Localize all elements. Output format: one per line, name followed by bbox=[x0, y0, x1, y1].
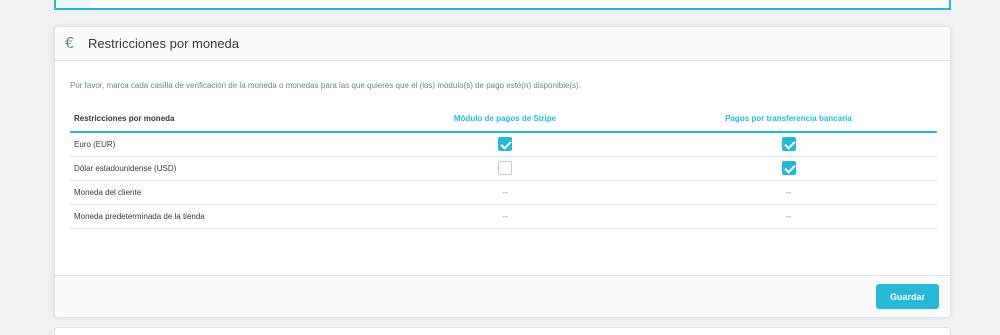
bank-transfer-cell bbox=[640, 156, 937, 181]
column-header-currency: Restricciones por moneda bbox=[70, 106, 370, 133]
panel-footer: Guardar bbox=[55, 275, 950, 317]
bank-transfer-cell bbox=[640, 132, 937, 157]
currency-label: Moneda del cliente bbox=[70, 180, 370, 205]
stripe-eur-checkbox[interactable] bbox=[498, 137, 512, 152]
table-header-row: Restricciones por moneda Módulo de pagos… bbox=[70, 106, 937, 133]
table-row-eur: Euro (EUR) bbox=[70, 132, 937, 157]
table-row-default-currency: Moneda predeterminada de la tienda -- -- bbox=[70, 204, 937, 229]
help-text: Por favor, marca cada casilla de verific… bbox=[70, 81, 581, 90]
panel-heading: € Restricciones por moneda bbox=[55, 27, 950, 61]
next-panel bbox=[54, 327, 951, 335]
save-button[interactable]: Guardar bbox=[876, 284, 939, 309]
currency-restrictions-panel: € Restricciones por moneda Por favor, ma… bbox=[54, 26, 951, 318]
stripe-value: -- bbox=[370, 180, 640, 205]
alert-icon-area bbox=[56, 0, 90, 8]
stripe-cell bbox=[370, 132, 640, 157]
stripe-usd-checkbox[interactable] bbox=[498, 161, 512, 175]
currency-label: Moneda predeterminada de la tienda bbox=[70, 204, 370, 229]
bank-transfer-value: -- bbox=[640, 204, 937, 229]
table-row-usd: Dólar estadounidense (USD) bbox=[70, 156, 937, 181]
bank-transfer-usd-checkbox[interactable] bbox=[781, 161, 796, 175]
column-header-stripe: Módulo de pagos de Stripe bbox=[370, 106, 640, 133]
stripe-value: -- bbox=[370, 204, 640, 229]
euro-icon: € bbox=[65, 34, 75, 52]
bank-transfer-eur-checkbox[interactable] bbox=[781, 137, 796, 152]
currency-restrictions-table: Restricciones por moneda Módulo de pagos… bbox=[70, 106, 937, 229]
panel-title: Restricciones por moneda bbox=[88, 36, 240, 51]
currency-label: Euro (EUR) bbox=[70, 132, 370, 157]
currency-label: Dólar estadounidense (USD) bbox=[70, 156, 370, 181]
bank-transfer-value: -- bbox=[640, 180, 937, 205]
table-row-customer-currency: Moneda del cliente -- -- bbox=[70, 180, 937, 205]
column-header-bank-transfer: Pagos por transferencia bancaria bbox=[640, 106, 937, 133]
stripe-cell bbox=[370, 156, 640, 181]
info-alert bbox=[54, 0, 951, 10]
